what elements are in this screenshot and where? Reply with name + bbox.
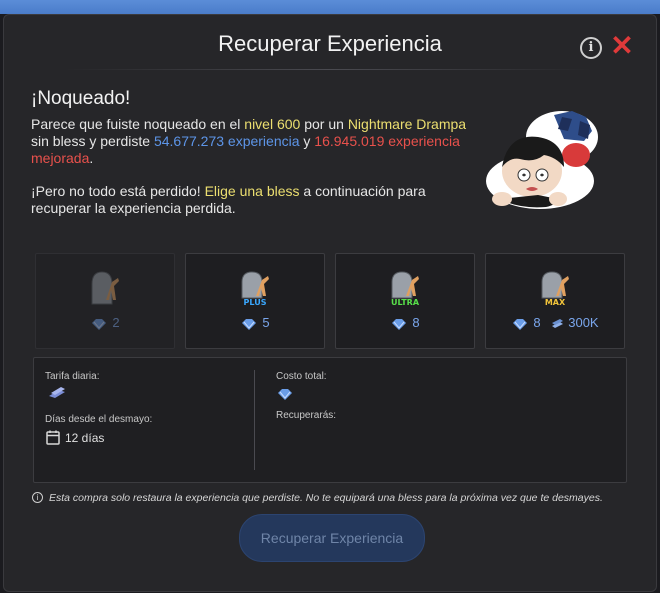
tombstone-icon: ULTRA	[391, 271, 420, 306]
details-text: Parece que fuiste noqueado en el	[31, 116, 245, 132]
choose-bless-highlight: Elige una bless	[204, 183, 300, 199]
experience-lost: 54.677.273 experiencia	[153, 133, 300, 149]
days-since-label: Días desde el desmayo:	[45, 414, 153, 425]
tier-label: ULTRA	[391, 298, 420, 306]
recover-label: Recuperarás:	[276, 410, 337, 421]
info-icon[interactable]: i	[580, 37, 602, 59]
recover-experience-dialog: Recuperar Experiencia i ✕ ¡Noqueado! Par…	[3, 14, 657, 592]
total-cost-label: Costo total:	[276, 371, 327, 382]
bless-option-ultra[interactable]: ULTRA 8	[335, 253, 475, 349]
gem-icon	[49, 387, 65, 398]
purchase-note-text: Esta compra solo restaura la experiencia…	[49, 492, 603, 504]
gem-icon	[242, 318, 257, 330]
title-divider	[64, 69, 594, 70]
knocked-out-character-illustration	[486, 111, 598, 209]
knockout-details: Parece que fuiste noqueado en el nivel 6…	[31, 116, 471, 167]
gem-count: 2	[112, 315, 120, 330]
details-text: por un	[300, 116, 348, 132]
daily-rate-label: Tarifa diaria:	[45, 371, 100, 382]
tombstone-icon: PLUS	[241, 271, 269, 306]
bless-option-basic[interactable]: 2	[35, 253, 175, 349]
recovery-prompt: ¡Pero no todo está perdido! Elige una bl…	[31, 183, 471, 217]
gem-icon	[278, 389, 292, 400]
window-top-bar	[0, 0, 660, 14]
option-cost: 8	[336, 315, 474, 331]
bless-option-plus[interactable]: PLUS 5	[185, 253, 325, 349]
death-level: nivel 600	[244, 116, 301, 132]
option-cost: 2	[36, 315, 174, 331]
killer-name: Nightmare Drampa	[347, 116, 467, 132]
gem-count: 5	[262, 315, 270, 330]
knockout-headline: ¡Noqueado!	[31, 88, 131, 109]
gem-icon	[92, 318, 107, 330]
close-icon[interactable]: ✕	[610, 32, 634, 60]
summary-divider	[254, 370, 255, 470]
gem-icon	[392, 318, 407, 330]
prompt-text: ¡Pero no todo está perdido!	[31, 183, 205, 199]
option-cost: 5	[186, 315, 324, 331]
tier-label: PLUS	[244, 298, 267, 306]
cost-summary-panel: Tarifa diaria: Días desde el desmayo: 12…	[33, 357, 627, 483]
gem-count: 8	[533, 315, 541, 330]
details-text: sin bless y perdiste	[31, 133, 154, 149]
option-cost: 8 300K	[486, 315, 624, 331]
purchase-note: i Esta compra solo restaura la experienci…	[32, 492, 603, 504]
coin-stack-icon	[552, 318, 564, 328]
calendar-icon	[46, 430, 60, 445]
coin-amount: 300K	[568, 315, 599, 330]
details-text: y	[299, 133, 315, 149]
recover-experience-button[interactable]: Recuperar Experiencia	[239, 514, 425, 562]
days-since-value: 12 días	[65, 431, 105, 445]
bless-option-max[interactable]: MAX 8 300K	[485, 253, 625, 349]
tier-label: MAX	[545, 298, 566, 306]
tombstone-icon: MAX	[541, 271, 569, 306]
dialog-title: Recuperar Experiencia	[218, 31, 442, 56]
details-text: .	[89, 150, 94, 166]
tombstone-icon	[91, 271, 119, 305]
info-icon: i	[32, 492, 43, 503]
gem-count: 8	[412, 315, 420, 330]
gem-icon	[513, 318, 528, 330]
